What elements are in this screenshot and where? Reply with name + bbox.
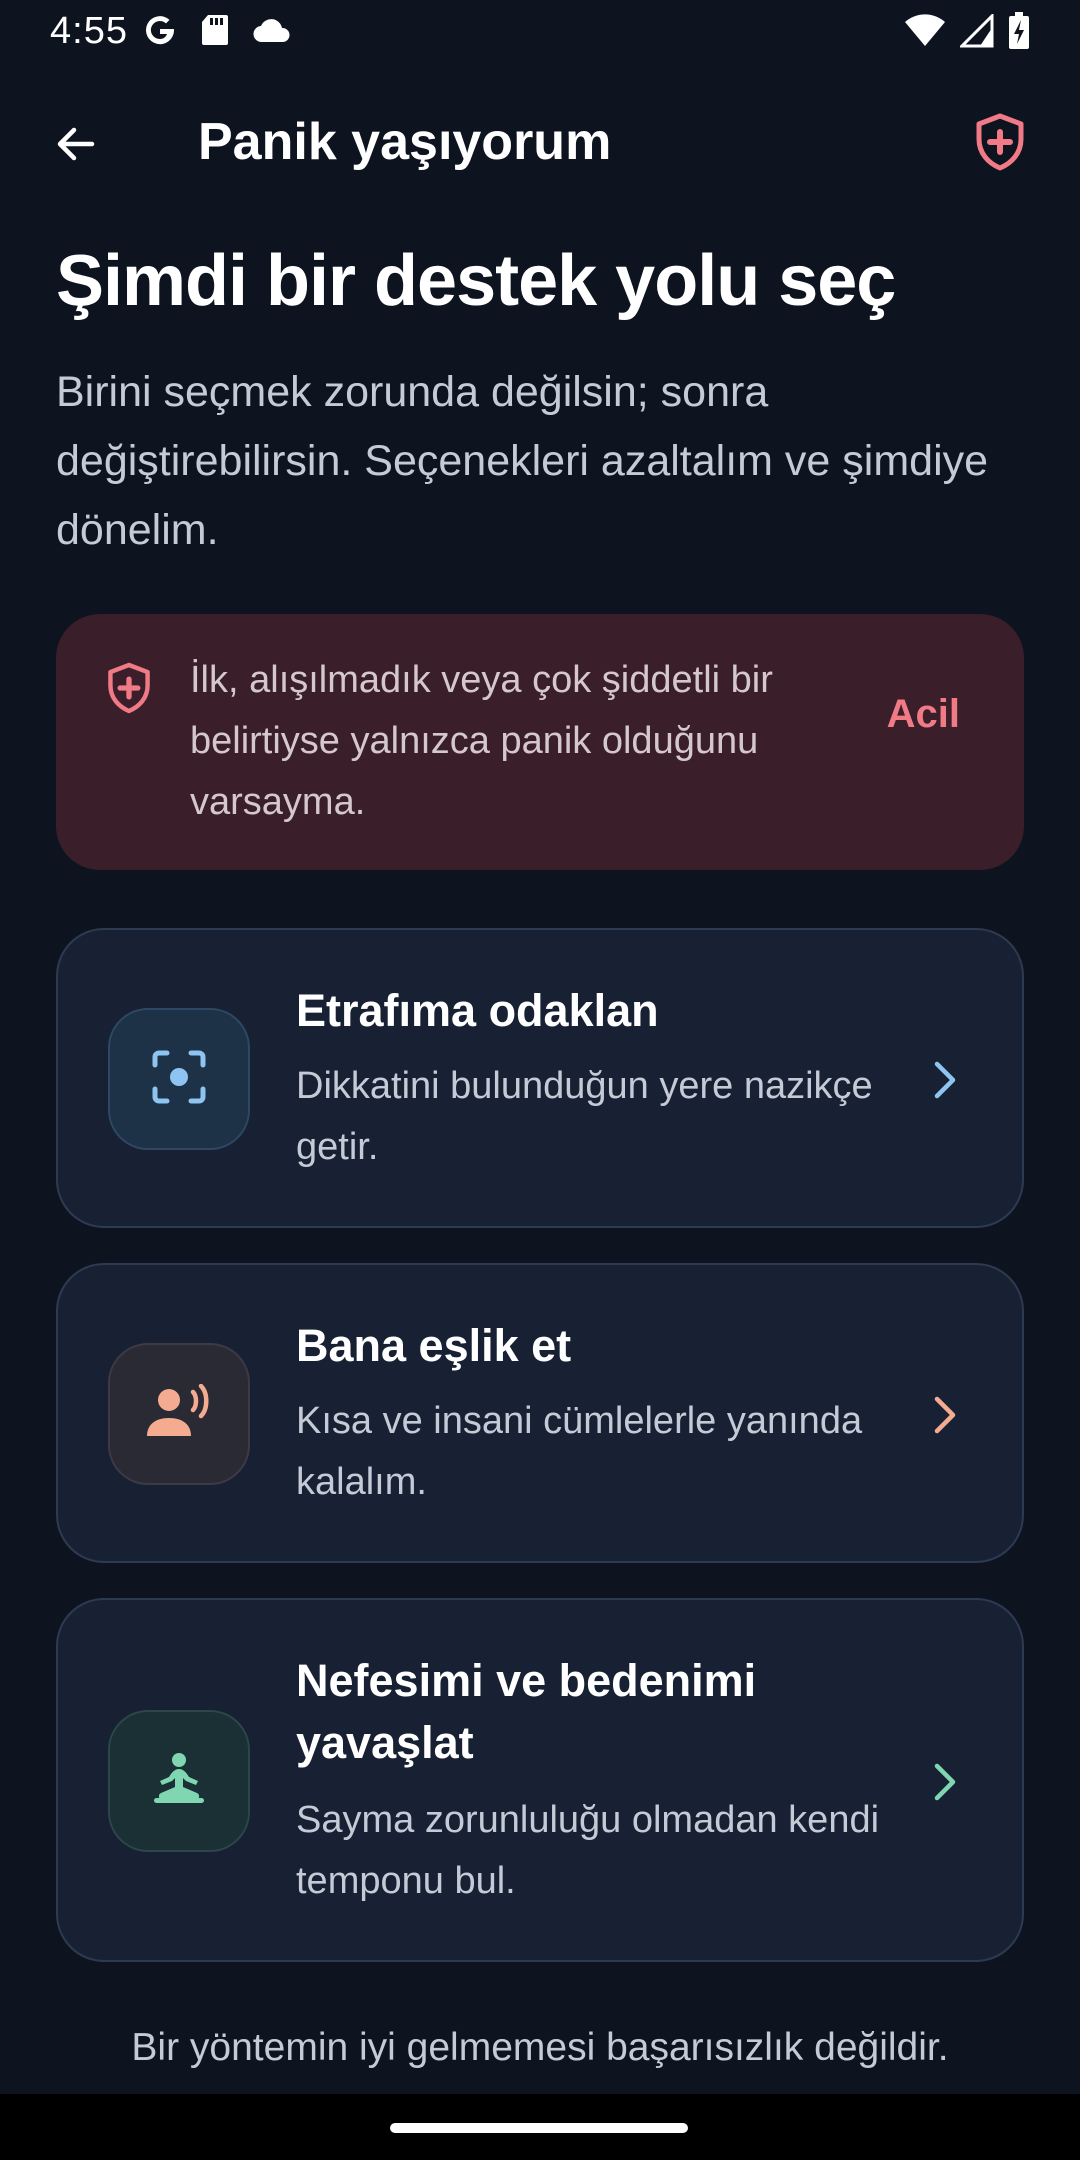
emergency-shield-button[interactable] xyxy=(968,112,1032,176)
emergency-button[interactable]: Acil xyxy=(887,692,960,737)
option-slow-breathing[interactable]: Nefesimi ve bedenimi yavaşlat Sayma zoru… xyxy=(56,1598,1024,1962)
meditation-icon xyxy=(148,1751,210,1812)
chevron-right-icon xyxy=(922,1760,966,1804)
app-bar: Panik yaşıyorum xyxy=(0,98,1080,190)
status-time: 4:55 xyxy=(50,10,128,52)
option-ground-focus[interactable]: Etrafıma odaklan Dikkatini bulunduğun ye… xyxy=(56,928,1024,1228)
option-icon-container xyxy=(108,1710,250,1852)
chevron-right-icon xyxy=(922,1058,966,1102)
person-speaking-icon xyxy=(145,1383,213,1445)
option-icon-container xyxy=(108,1343,250,1485)
option-description: Dikkatini bulunduğun yere nazikçe getir. xyxy=(296,1065,873,1168)
back-button[interactable] xyxy=(46,116,106,176)
google-icon xyxy=(142,12,178,53)
emergency-alert-card: İlk, alışılmadık veya çok şiddetli bir b… xyxy=(56,614,1024,870)
page-title: Panik yaşıyorum xyxy=(198,113,612,171)
option-description: Kısa ve insani cümlelerle yanında kalalı… xyxy=(296,1400,863,1503)
footer-note: Bir yöntemin iyi gelmemesi başarısızlık … xyxy=(131,2026,949,2069)
focus-target-icon xyxy=(149,1047,209,1112)
option-title: Nefesimi ve bedenimi yavaşlat xyxy=(296,1655,757,1768)
battery-charging-icon xyxy=(1008,12,1030,55)
status-bar: 4:55 xyxy=(0,0,1080,66)
main-heading: Şimdi bir destek yolu seç xyxy=(56,241,896,321)
option-icon-container xyxy=(108,1008,250,1150)
option-description: Sayma zorunluluğu olmadan kendi temponu … xyxy=(296,1799,880,1902)
option-title: Etrafıma odaklan xyxy=(296,985,659,1036)
option-title: Bana eşlik et xyxy=(296,1320,572,1371)
signal-icon xyxy=(958,12,994,53)
subtitle-text: Birini seçmek zorunda değilsin; sonra de… xyxy=(56,368,989,554)
shield-plus-icon xyxy=(106,662,152,719)
wifi-icon xyxy=(904,14,946,53)
arrow-left-icon xyxy=(52,120,100,173)
cloud-icon xyxy=(252,16,292,49)
shield-plus-icon xyxy=(974,113,1026,176)
sd-card-icon xyxy=(200,13,230,52)
chevron-right-icon xyxy=(922,1393,966,1437)
option-accompany-me[interactable]: Bana eşlik et Kısa ve insani cümlelerle … xyxy=(56,1263,1024,1563)
system-navigation-bar xyxy=(0,2094,1080,2160)
home-gesture-handle[interactable] xyxy=(390,2123,688,2133)
alert-message: İlk, alışılmadık veya çok şiddetli bir b… xyxy=(190,659,773,823)
